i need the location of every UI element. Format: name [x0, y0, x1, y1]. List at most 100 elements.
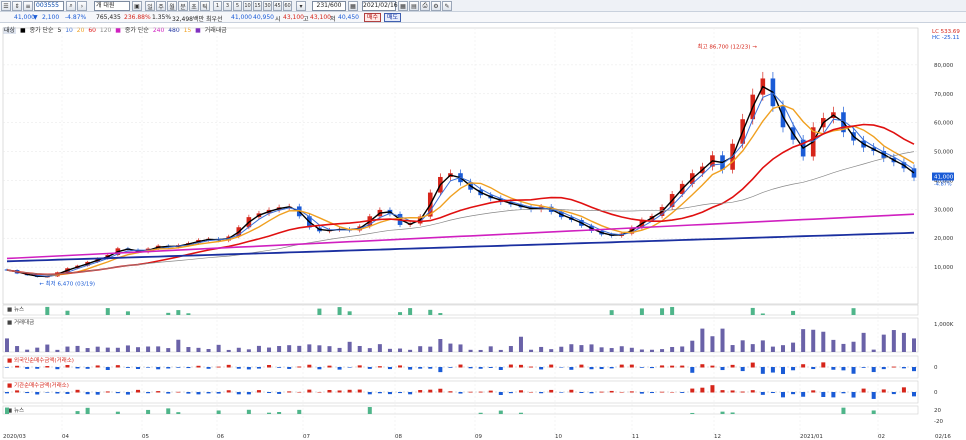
flow-bar — [428, 367, 433, 369]
data-count-field[interactable]: 231/600 — [312, 1, 346, 11]
volume-bar — [750, 344, 755, 352]
stock-code-input[interactable]: 003555 — [34, 1, 64, 11]
volume-bar — [488, 346, 493, 352]
news-bar — [347, 311, 352, 315]
news-bar — [125, 311, 130, 315]
flow-bar — [589, 392, 594, 394]
flow-bar — [811, 390, 816, 393]
flow-bar — [770, 392, 775, 394]
flow-bar — [347, 367, 352, 368]
subpanel-title: ■ 기관순매수금액(거래소) — [7, 381, 69, 389]
updown-icon[interactable]: ⇕ — [12, 1, 22, 11]
search-icon[interactable]: ⌕ — [66, 1, 76, 11]
low-label: 저 — [330, 16, 336, 23]
volume-bar — [347, 341, 352, 352]
calendar-picker-icon[interactable]: ▦ — [398, 1, 408, 11]
date-field[interactable]: 2021/02/16 — [362, 1, 398, 11]
flow-bar — [398, 392, 403, 394]
volume-bar — [105, 347, 110, 352]
flow-bar — [891, 392, 896, 395]
volume-bar — [468, 349, 473, 352]
flow-bar — [176, 367, 181, 368]
flow-bar — [811, 367, 816, 370]
sell-button[interactable]: 매도 — [384, 13, 402, 22]
flow-bar — [649, 367, 654, 369]
buy-button[interactable]: 매수 — [364, 13, 382, 22]
interval-button[interactable]: 1 — [213, 1, 222, 11]
flow-bar — [146, 392, 151, 394]
options-icon[interactable]: ▾ — [296, 1, 306, 11]
flow-bar — [609, 367, 614, 369]
flow-bar — [690, 367, 695, 373]
news-bar — [5, 407, 9, 414]
volume-bar — [780, 345, 785, 352]
stock-name-field[interactable]: 개 대원 — [94, 1, 130, 11]
open-label: 시 — [275, 16, 281, 23]
flow-bar — [750, 362, 755, 368]
interval-button[interactable]: 45 — [273, 1, 282, 11]
flow-bar — [146, 367, 151, 368]
link-icon[interactable]: ▣ — [132, 1, 142, 11]
flow-bar — [418, 390, 423, 393]
flow-bar — [35, 367, 40, 369]
interval-button[interactable]: 15 — [253, 1, 262, 11]
volume-bar — [841, 343, 846, 352]
flow-bar — [720, 390, 725, 393]
news-bar — [841, 407, 846, 414]
subpanel-title: ■ 외국인순매수금액(거래소) — [7, 356, 74, 364]
volume-bar — [569, 344, 574, 352]
volume-bar — [85, 348, 90, 352]
period-week-button[interactable]: 주 — [156, 1, 166, 11]
flow-bar — [579, 364, 584, 368]
flow-bar — [55, 392, 60, 394]
tools-icon[interactable]: ✎ — [442, 1, 452, 11]
flow-bar — [85, 367, 90, 369]
flow-bar — [710, 385, 715, 393]
volume-bar — [861, 332, 866, 352]
current-price: 41,000 — [14, 14, 35, 21]
chart-type-icon[interactable]: ▤ — [409, 1, 419, 11]
flow-bar — [5, 367, 9, 368]
list-icon[interactable]: ≡ — [23, 1, 33, 11]
period-day-button[interactable]: 일 — [145, 1, 155, 11]
news-bar — [720, 411, 725, 414]
period-month-button[interactable]: 월 — [167, 1, 177, 11]
flow-bar — [740, 391, 745, 393]
news-bar — [267, 412, 272, 414]
menu-icon[interactable]: ☰ — [1, 1, 11, 11]
flow-bar — [791, 392, 796, 395]
settings-icon[interactable]: ⚙ — [431, 1, 441, 11]
flow-bar — [801, 364, 806, 368]
flow-bar — [448, 391, 453, 393]
flow-bar — [579, 392, 584, 394]
calendar-icon[interactable]: ▦ — [348, 1, 358, 11]
flow-bar — [498, 367, 503, 370]
price-chart[interactable]: 80,00070,00060,00050,00040,00030,00020,0… — [0, 24, 966, 440]
period-minute-button[interactable]: 분 — [178, 1, 188, 11]
news-bar — [851, 308, 856, 315]
volume-bar — [256, 345, 261, 352]
volume-bar — [508, 346, 513, 352]
news-bar — [871, 410, 876, 414]
ma-line-20 — [6, 104, 915, 276]
interval-button[interactable]: 3 — [223, 1, 232, 11]
interval-button[interactable]: 5 — [233, 1, 242, 11]
flow-bar — [176, 391, 181, 393]
flow-bar — [45, 366, 50, 368]
bid-price: 41,000 — [231, 14, 252, 21]
flow-bar — [75, 389, 80, 393]
period-tick-button[interactable]: 틱 — [200, 1, 210, 11]
volume-bar — [901, 332, 906, 352]
interval-button[interactable]: 10 — [243, 1, 252, 11]
flow-bar — [256, 390, 261, 393]
interval-button[interactable]: 30 — [263, 1, 272, 11]
flow-bar — [841, 367, 846, 371]
period-second-button[interactable]: 초 — [189, 1, 199, 11]
news-bar — [216, 410, 221, 414]
interval-button[interactable]: 60 — [283, 1, 292, 11]
print-icon[interactable]: ⎙ — [420, 1, 430, 11]
volume-bar — [498, 349, 503, 352]
next-icon[interactable]: › — [77, 1, 87, 11]
news-bar — [670, 306, 675, 315]
flow-bar — [367, 367, 372, 369]
